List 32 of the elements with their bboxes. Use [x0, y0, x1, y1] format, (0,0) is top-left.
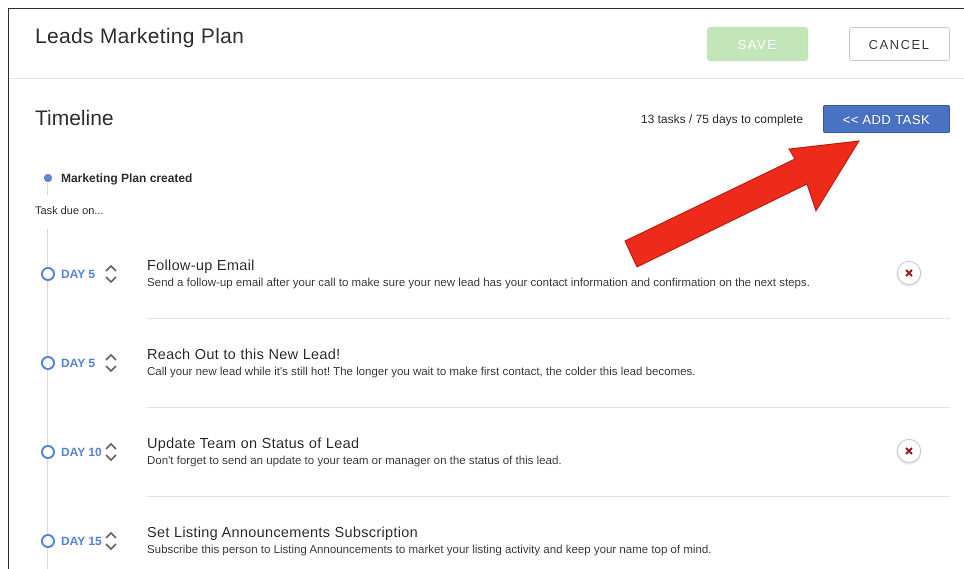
cancel-button[interactable]: CANCEL: [849, 27, 950, 61]
reorder-icon[interactable]: [105, 264, 117, 284]
task-title: Update Team on Status of Lead: [147, 436, 360, 452]
task-title: Reach Out to this New Lead!: [147, 346, 342, 362]
timeline-node: [41, 444, 55, 458]
task-day: DAY 15: [61, 534, 105, 548]
task-description: Subscribe this person to Listing Announcements to market your listing activity and keep your name top of mind.: [147, 544, 712, 556]
close-icon: [905, 447, 913, 455]
task-day: DAY 5: [61, 266, 105, 280]
page-title: Leads Marketing Plan: [35, 25, 246, 49]
reorder-icon[interactable]: [105, 530, 117, 550]
task-day: DAY 10: [61, 444, 105, 458]
task-description: Call your new lead while it's still hot! The longer you wait to make first contact, the colder this lead becomes.: [147, 366, 696, 378]
task-summary: 13 tasks / 75 days to complete: [640, 112, 803, 126]
timeline-node: [41, 266, 55, 280]
timeline-node: [41, 534, 55, 548]
task-day: DAY 5: [61, 356, 105, 370]
close-icon: [905, 269, 913, 277]
reorder-icon[interactable]: [105, 442, 117, 462]
remove-button[interactable]: [897, 439, 921, 463]
section-title: Timeline: [35, 107, 115, 131]
task-description: Send a follow-up email after your call to make sure your new lead has your contact information and confirmation on the next steps.: [147, 276, 811, 288]
task-title: Set Listing Announcements Subscription: [147, 525, 419, 541]
reorder-icon[interactable]: [105, 352, 117, 372]
task-description: Don't forget to send an update to your team or manager on the status of this lead.: [147, 454, 563, 466]
due-label: Task due on...: [35, 205, 104, 217]
task-title: Follow-up Email: [147, 258, 256, 274]
timeline-node: [41, 356, 55, 370]
add-task-button[interactable]: << ADD TASK: [823, 105, 950, 133]
remove-button[interactable]: [897, 261, 921, 285]
start-event: Marketing Plan created: [61, 171, 192, 185]
timeline-dot: [44, 174, 52, 182]
